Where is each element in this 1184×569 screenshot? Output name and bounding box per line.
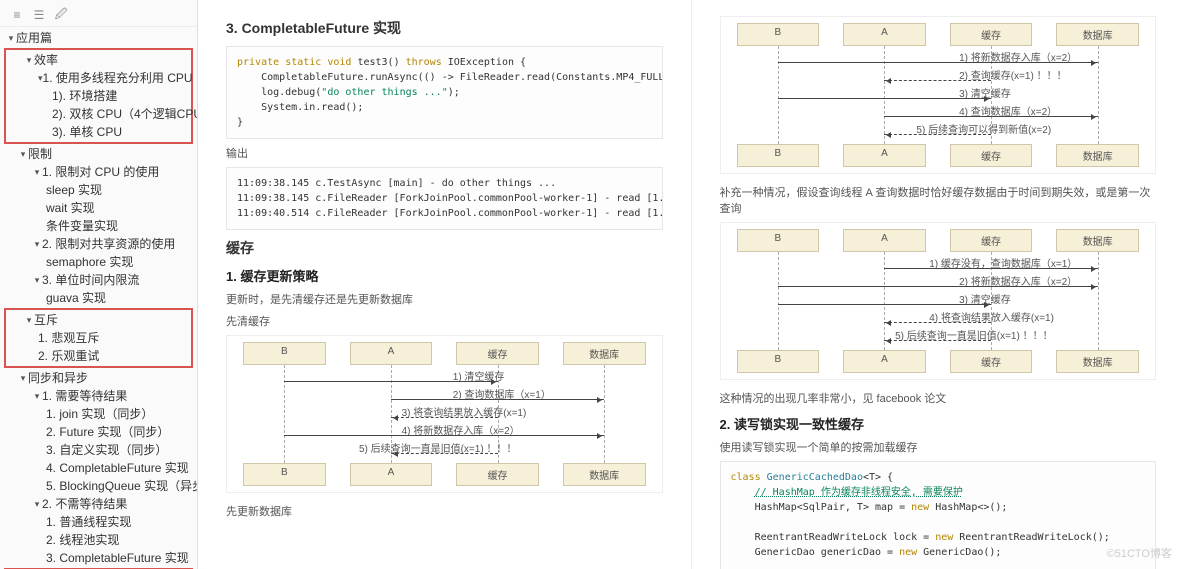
seq-actor: 缓存 bbox=[950, 144, 1033, 167]
seq-actor: A bbox=[843, 23, 926, 46]
sequence-diagram-3: B A 缓存 数据库 1) 缓存没有，查询数据库（x=1） 2) 将新数据存入库… bbox=[720, 222, 1157, 380]
tree-item[interactable]: 2. 线程池实现 bbox=[0, 531, 197, 549]
content-col-2: B A 缓存 数据库 1) 将新数据存入库（x=2） 2) 查询缓存(x=1) … bbox=[692, 0, 1184, 569]
content: 3. CompletableFuture 实现 private static v… bbox=[198, 0, 1184, 569]
highlight-box-2: ▾互斥 1. 悲观互斥 2. 乐观重试 bbox=[4, 308, 193, 368]
tree-item[interactable]: 1). 环境搭建 bbox=[6, 87, 191, 105]
para: 使用读写锁实现一个简单的按需加载缓存 bbox=[720, 439, 1157, 455]
heading-cache: 缓存 bbox=[226, 238, 663, 258]
chevron-down-icon[interactable]: ▾ bbox=[24, 52, 34, 68]
seq-actor: 缓存 bbox=[950, 23, 1033, 46]
seq-actor: A bbox=[843, 144, 926, 167]
seq-actor: 缓存 bbox=[456, 342, 539, 365]
tree-item[interactable]: ▾2. 限制对共享资源的使用 bbox=[0, 235, 197, 253]
para: 补充一种情况，假设查询线程 A 查询数据时恰好缓存数据由于时间到期失效，或是第一… bbox=[720, 184, 1157, 216]
toolbar-icon-1[interactable]: ≡ bbox=[10, 8, 24, 22]
sequence-diagram-1: B A 缓存 数据库 1) 清空缓存 2) 查询数据库（x=1） 3) 将查询结… bbox=[226, 335, 663, 493]
tree-item[interactable]: 2). 双核 CPU（4个逻辑CPU） bbox=[6, 105, 191, 123]
para: 先更新数据库 bbox=[226, 503, 663, 519]
heading-strategy: 1. 缓存更新策略 bbox=[226, 266, 663, 285]
sequence-diagram-2: B A 缓存 数据库 1) 将新数据存入库（x=2） 2) 查询缓存(x=1) … bbox=[720, 16, 1157, 174]
tree-item[interactable]: guava 实现 bbox=[0, 289, 197, 307]
seq-actor: 缓存 bbox=[950, 229, 1033, 252]
chevron-down-icon[interactable]: ▾ bbox=[6, 30, 16, 46]
tree-group-app[interactable]: ▾应用篇 bbox=[0, 29, 197, 47]
code-block-2: class GenericCachedDao<T> { // HashMap 作… bbox=[720, 461, 1157, 569]
seq-actor: 缓存 bbox=[950, 350, 1033, 373]
seq-actor: B bbox=[737, 144, 820, 167]
chevron-down-icon[interactable]: ▾ bbox=[18, 370, 28, 386]
tree-item[interactable]: ▾3. 单位时间内限流 bbox=[0, 271, 197, 289]
heading-cf: 3. CompletableFuture 实现 bbox=[226, 18, 663, 38]
seq-actor: 缓存 bbox=[456, 463, 539, 486]
seq-actor: 数据库 bbox=[1056, 229, 1139, 252]
seq-actor: B bbox=[243, 342, 326, 365]
seq-actor: 数据库 bbox=[1056, 23, 1139, 46]
tree-item[interactable]: 3. CompletableFuture 实现 bbox=[0, 549, 197, 567]
seq-actor: B bbox=[243, 463, 326, 486]
sidebar: ≡ ☰ 🖉 ▾应用篇 ▾效率 ▾1. 使用多线程充分利用 CPU 1). 环境搭… bbox=[0, 0, 198, 569]
tree-item[interactable]: sleep 实现 bbox=[0, 181, 197, 199]
chevron-down-icon[interactable]: ▾ bbox=[32, 496, 42, 512]
tree-item[interactable]: ▾效率 bbox=[6, 51, 191, 69]
tree-item[interactable]: 5. BlockingQueue 实现（异步） bbox=[0, 477, 197, 495]
chevron-down-icon[interactable]: ▾ bbox=[32, 272, 42, 288]
heading-rw-lock: 2. 读写锁实现一致性缓存 bbox=[720, 414, 1157, 433]
chevron-down-icon[interactable]: ▾ bbox=[32, 388, 42, 404]
chevron-down-icon[interactable]: ▾ bbox=[32, 236, 42, 252]
tree-item[interactable]: 4. CompletableFuture 实现（异步） bbox=[0, 459, 197, 477]
chevron-down-icon[interactable]: ▾ bbox=[32, 164, 42, 180]
tree-item[interactable]: ▾1. 限制对 CPU 的使用 bbox=[0, 163, 197, 181]
tree-item[interactable]: ▾2. 不需等待结果 bbox=[0, 495, 197, 513]
tree-item[interactable]: 1. join 实现（同步） bbox=[0, 405, 197, 423]
chevron-down-icon[interactable]: ▾ bbox=[24, 312, 34, 328]
para: 这种情况的出现几率非常小，见 facebook 论文 bbox=[720, 390, 1157, 406]
tree-item[interactable]: 3. 自定义实现（同步） bbox=[0, 441, 197, 459]
tree-item[interactable]: 2. 乐观重试 bbox=[6, 347, 191, 365]
tree-item[interactable]: wait 实现 bbox=[0, 199, 197, 217]
tree-item[interactable]: ▾1. 需要等待结果 bbox=[0, 387, 197, 405]
tree-item[interactable]: ▾限制 bbox=[0, 145, 197, 163]
seq-actor: 数据库 bbox=[1056, 144, 1139, 167]
tree-item[interactable]: 2. Future 实现（同步） bbox=[0, 423, 197, 441]
sidebar-toolbar: ≡ ☰ 🖉 bbox=[0, 4, 197, 27]
tree-item[interactable]: ▾同步和异步 bbox=[0, 369, 197, 387]
seq-actor: A bbox=[843, 229, 926, 252]
toc-tree: ▾应用篇 ▾效率 ▾1. 使用多线程充分利用 CPU 1). 环境搭建 2). … bbox=[0, 27, 197, 569]
seq-actor: B bbox=[737, 350, 820, 373]
tree-item[interactable]: ▾互斥 bbox=[6, 311, 191, 329]
chevron-down-icon[interactable]: ▾ bbox=[18, 146, 28, 162]
code-output-1: 11:09:38.145 c.TestAsync [main] - do oth… bbox=[226, 167, 663, 230]
para: 更新时，是先清缓存还是先更新数据库 bbox=[226, 291, 663, 307]
tree-item[interactable]: 1. 悲观互斥 bbox=[6, 329, 191, 347]
para: 先清缓存 bbox=[226, 313, 663, 329]
tree-item[interactable]: 3). 单核 CPU bbox=[6, 123, 191, 141]
seq-actor: B bbox=[737, 229, 820, 252]
code-block-1: private static void test3() throws IOExc… bbox=[226, 46, 663, 139]
seq-actor: A bbox=[350, 342, 433, 365]
tree-item[interactable]: 条件变量实现 bbox=[0, 217, 197, 235]
toolbar-icon-2[interactable]: ☰ bbox=[32, 8, 46, 22]
highlight-box-1: ▾效率 ▾1. 使用多线程充分利用 CPU 1). 环境搭建 2). 双核 CP… bbox=[4, 48, 193, 144]
seq-actor: A bbox=[350, 463, 433, 486]
content-col-1: 3. CompletableFuture 实现 private static v… bbox=[198, 0, 692, 569]
seq-actor: 数据库 bbox=[563, 463, 646, 486]
tree-item[interactable]: 1. 普通线程实现 bbox=[0, 513, 197, 531]
seq-actor: A bbox=[843, 350, 926, 373]
output-label: 输出 bbox=[226, 145, 663, 161]
seq-actor: 数据库 bbox=[563, 342, 646, 365]
toolbar-icon-3[interactable]: 🖉 bbox=[54, 8, 68, 22]
tree-item[interactable]: semaphore 实现 bbox=[0, 253, 197, 271]
seq-actor: B bbox=[737, 23, 820, 46]
tree-item[interactable]: ▾1. 使用多线程充分利用 CPU bbox=[6, 69, 191, 87]
seq-actor: 数据库 bbox=[1056, 350, 1139, 373]
